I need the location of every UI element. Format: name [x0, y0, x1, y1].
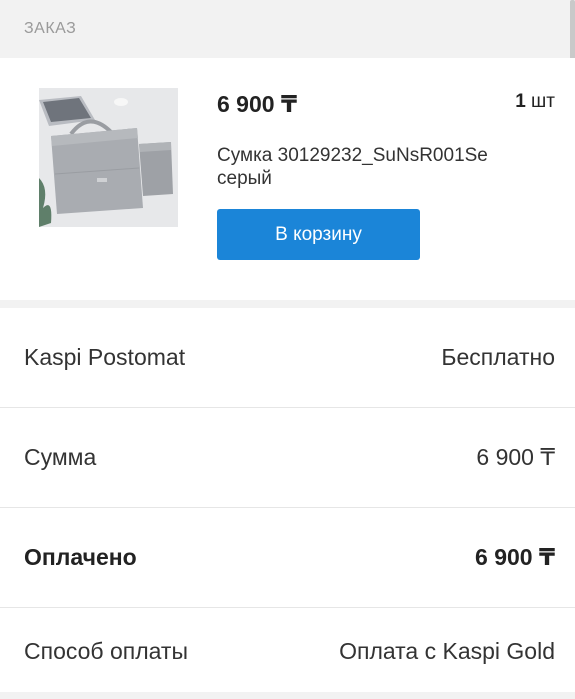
- section-title: ЗАКАЗ: [24, 20, 77, 37]
- order-details: Kaspi Postomat Бесплатно Сумма 6 900 ₸ О…: [0, 308, 575, 692]
- detail-row-payment-method: Способ оплаты Оплата с Kaspi Gold: [0, 608, 575, 694]
- sum-label: Сумма: [24, 444, 97, 470]
- detail-row-delivery: Kaspi Postomat Бесплатно: [0, 308, 575, 408]
- quantity: 1 шт: [515, 91, 555, 113]
- sum-value: 6 900 ₸: [476, 444, 555, 470]
- detail-row-paid: Оплачено 6 900 ₸: [0, 508, 575, 608]
- bag-illustration: [39, 88, 178, 227]
- product-name[interactable]: Сумка 30129232_SuNsR001Se серый: [217, 144, 537, 190]
- paid-label: Оплачено: [24, 544, 137, 570]
- product-image[interactable]: [39, 88, 178, 227]
- paid-value: 6 900 ₸: [475, 544, 555, 570]
- payment-method-value: Оплата с Kaspi Gold: [339, 637, 555, 664]
- add-to-cart-button[interactable]: В корзину: [217, 209, 420, 260]
- quantity-number: 1: [515, 91, 526, 112]
- section-header: ЗАКАЗ: [0, 0, 575, 58]
- detail-row-sum: Сумма 6 900 ₸: [0, 408, 575, 508]
- quantity-unit: шт: [531, 91, 555, 112]
- product-price: 6 900 ₸: [217, 91, 297, 117]
- delivery-label: Kaspi Postomat: [24, 344, 186, 370]
- delivery-value: Бесплатно: [441, 344, 555, 370]
- order-item-card: 6 900 ₸ 1 шт Сумка 30129232_SuNsR001Se с…: [0, 58, 575, 300]
- payment-method-label: Способ оплаты: [24, 637, 188, 664]
